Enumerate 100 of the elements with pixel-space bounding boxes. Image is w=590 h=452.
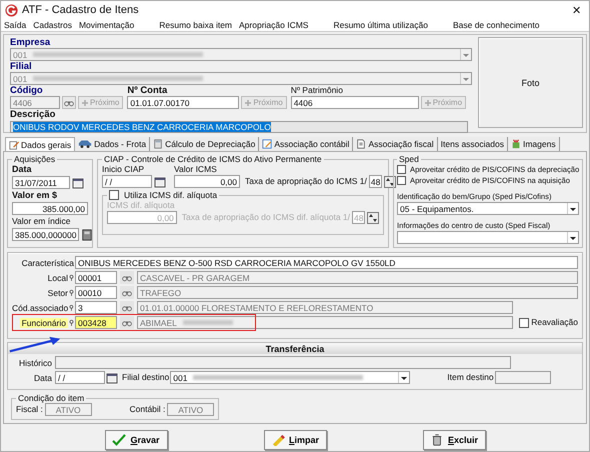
field-label: Característica [20,258,74,268]
blurred-text [182,320,233,325]
rate-spinner[interactable]: 48 [368,175,382,188]
search-button[interactable] [120,301,134,314]
plus-icon [82,100,88,106]
trash-icon [430,434,444,446]
checkbox-label: Reavaliação [531,317,578,328]
menu-item[interactable]: Movimentação [78,20,134,30]
target-item-field[interactable] [494,371,551,384]
field-label: Taxa de apropriação do ICMS 1/ [245,176,367,187]
calculator-icon [153,139,164,149]
menu-item[interactable]: Saída [4,20,26,30]
field-label: Item destino [447,372,494,383]
field-label: Fiscal : [16,404,43,415]
group-select[interactable]: 05 - Equipamentos. [397,202,579,215]
field-label: Inicio CIAP [102,164,146,175]
code-field[interactable]: 4406 [10,96,60,109]
clear-button[interactable]: Limpar [264,430,326,450]
index-value-field[interactable]: 385.000,000000 [12,228,80,241]
calendar-icon[interactable] [154,176,166,188]
tab[interactable]: Itens associados [438,137,508,151]
group-title: CIAP - Controle de Crédito de ICMS do Ativo Permanente [103,154,323,164]
cost-center-select[interactable] [397,231,579,244]
pencil-icon [270,434,285,446]
field-label: Valor em índice [12,216,72,227]
search-button[interactable] [120,316,134,329]
window-title: ATF - Cadastro de Itens [22,4,139,16]
branch-select[interactable]: 001 [170,371,410,384]
group-title: Aquisições [13,154,56,164]
code-field[interactable]: 00001 [75,271,117,284]
group-title: Condição do item [17,393,86,403]
binoculars-icon [122,288,132,296]
field-label: Taxa de apropriação do ICMS dif. alíquota 1/ [182,212,350,223]
code-field[interactable]: 003428 [75,316,117,329]
key-icon [69,288,74,296]
save-button[interactable]: Gravar [104,430,168,450]
calendar-icon[interactable] [72,176,84,188]
search-button[interactable] [120,286,134,299]
feature-field[interactable]: ONIBUS MERCEDES BENZ O-500 RSD CARROCERIA MARCOPOLO GV 1550LD [75,256,578,269]
account-field[interactable]: 01.01.07.00170 [127,96,240,109]
code-field[interactable]: 00010 [75,286,117,299]
history-field[interactable] [55,356,511,369]
tab[interactable]: Associação fiscal [353,137,438,151]
icms-value-field[interactable]: 0,00 [174,175,240,188]
field-label: Contábil : [130,404,166,415]
date-field[interactable]: / / [102,175,152,188]
menu-item[interactable]: Cadastros [33,20,72,30]
description-text: ONIBUS RODOV MERCEDES BENZ CARROCERIA MARCOPOLO [13,122,271,132]
tab[interactable]: Imagens [508,137,560,151]
field-label: Filial destino [122,372,170,383]
field-label: Empresa [10,37,52,48]
delete-button[interactable]: Excluir [422,430,486,450]
paint-icon [510,139,521,149]
field-label: Valor em $ [12,190,58,201]
description-field: TRAFEGO [137,286,578,299]
tab[interactable]: Dados gerais [5,137,76,151]
field-label: Data [12,164,33,175]
plus-icon [245,100,252,106]
description-field: ABIMAEL [137,316,513,329]
search-button[interactable] [120,271,134,284]
field-label: Histórico [18,358,52,368]
menu-item[interactable]: Resumo baixa item [159,20,232,30]
field-label: Funcionário [20,318,68,328]
checkbox[interactable] [397,176,406,185]
description-field[interactable]: ONIBUS RODOV MERCEDES BENZ CARROCERIA MARCOPOLO [10,121,468,133]
pencil-icon [9,140,19,150]
code-field[interactable]: 3 [75,301,117,314]
field-label: Filial [10,61,33,72]
binoculars-icon [122,318,132,326]
field-label: ICMS dif. alíquota [107,200,175,210]
search-button[interactable] [62,96,76,109]
section-header: Transferência [8,343,582,354]
date-field[interactable]: / / [55,371,105,384]
checkbox[interactable] [519,318,530,328]
value-field[interactable]: 385.000,00 [12,202,88,215]
photo-label: Foto [521,78,540,88]
close-button[interactable]: ✕ [568,4,585,16]
checkbox-label: Utiliza ICMS dif. alíquota [124,190,218,200]
calculator-icon[interactable] [81,228,94,240]
binoculars-icon [64,98,74,106]
field-label: Valor ICMS [174,164,218,175]
menu-item[interactable]: Resumo última utilização [333,20,428,30]
field-label: Nº Patrimônio [290,85,344,96]
spinner-icon[interactable] [384,176,396,188]
key-icon [69,274,74,282]
menu-item[interactable]: Base de conhecimento [452,20,540,30]
edit-icon [262,139,272,149]
asset-number-field[interactable]: 4406 [290,96,419,109]
field-label: Código [10,85,44,96]
checkbox[interactable] [397,165,406,174]
key-icon [69,304,74,312]
menu-item[interactable]: Apropriação ICMS [239,20,308,30]
binoculars-icon [122,274,132,282]
tab[interactable]: Associação contábil [259,137,354,151]
field-label: Data [33,372,52,382]
date-field[interactable]: 31/07/2011 [12,176,70,189]
tab[interactable]: Cálculo de Depreciação [150,137,260,151]
calendar-icon[interactable] [106,372,118,384]
field-label: Nº Conta [127,85,168,96]
tab[interactable]: Dados - Frota [75,137,150,151]
